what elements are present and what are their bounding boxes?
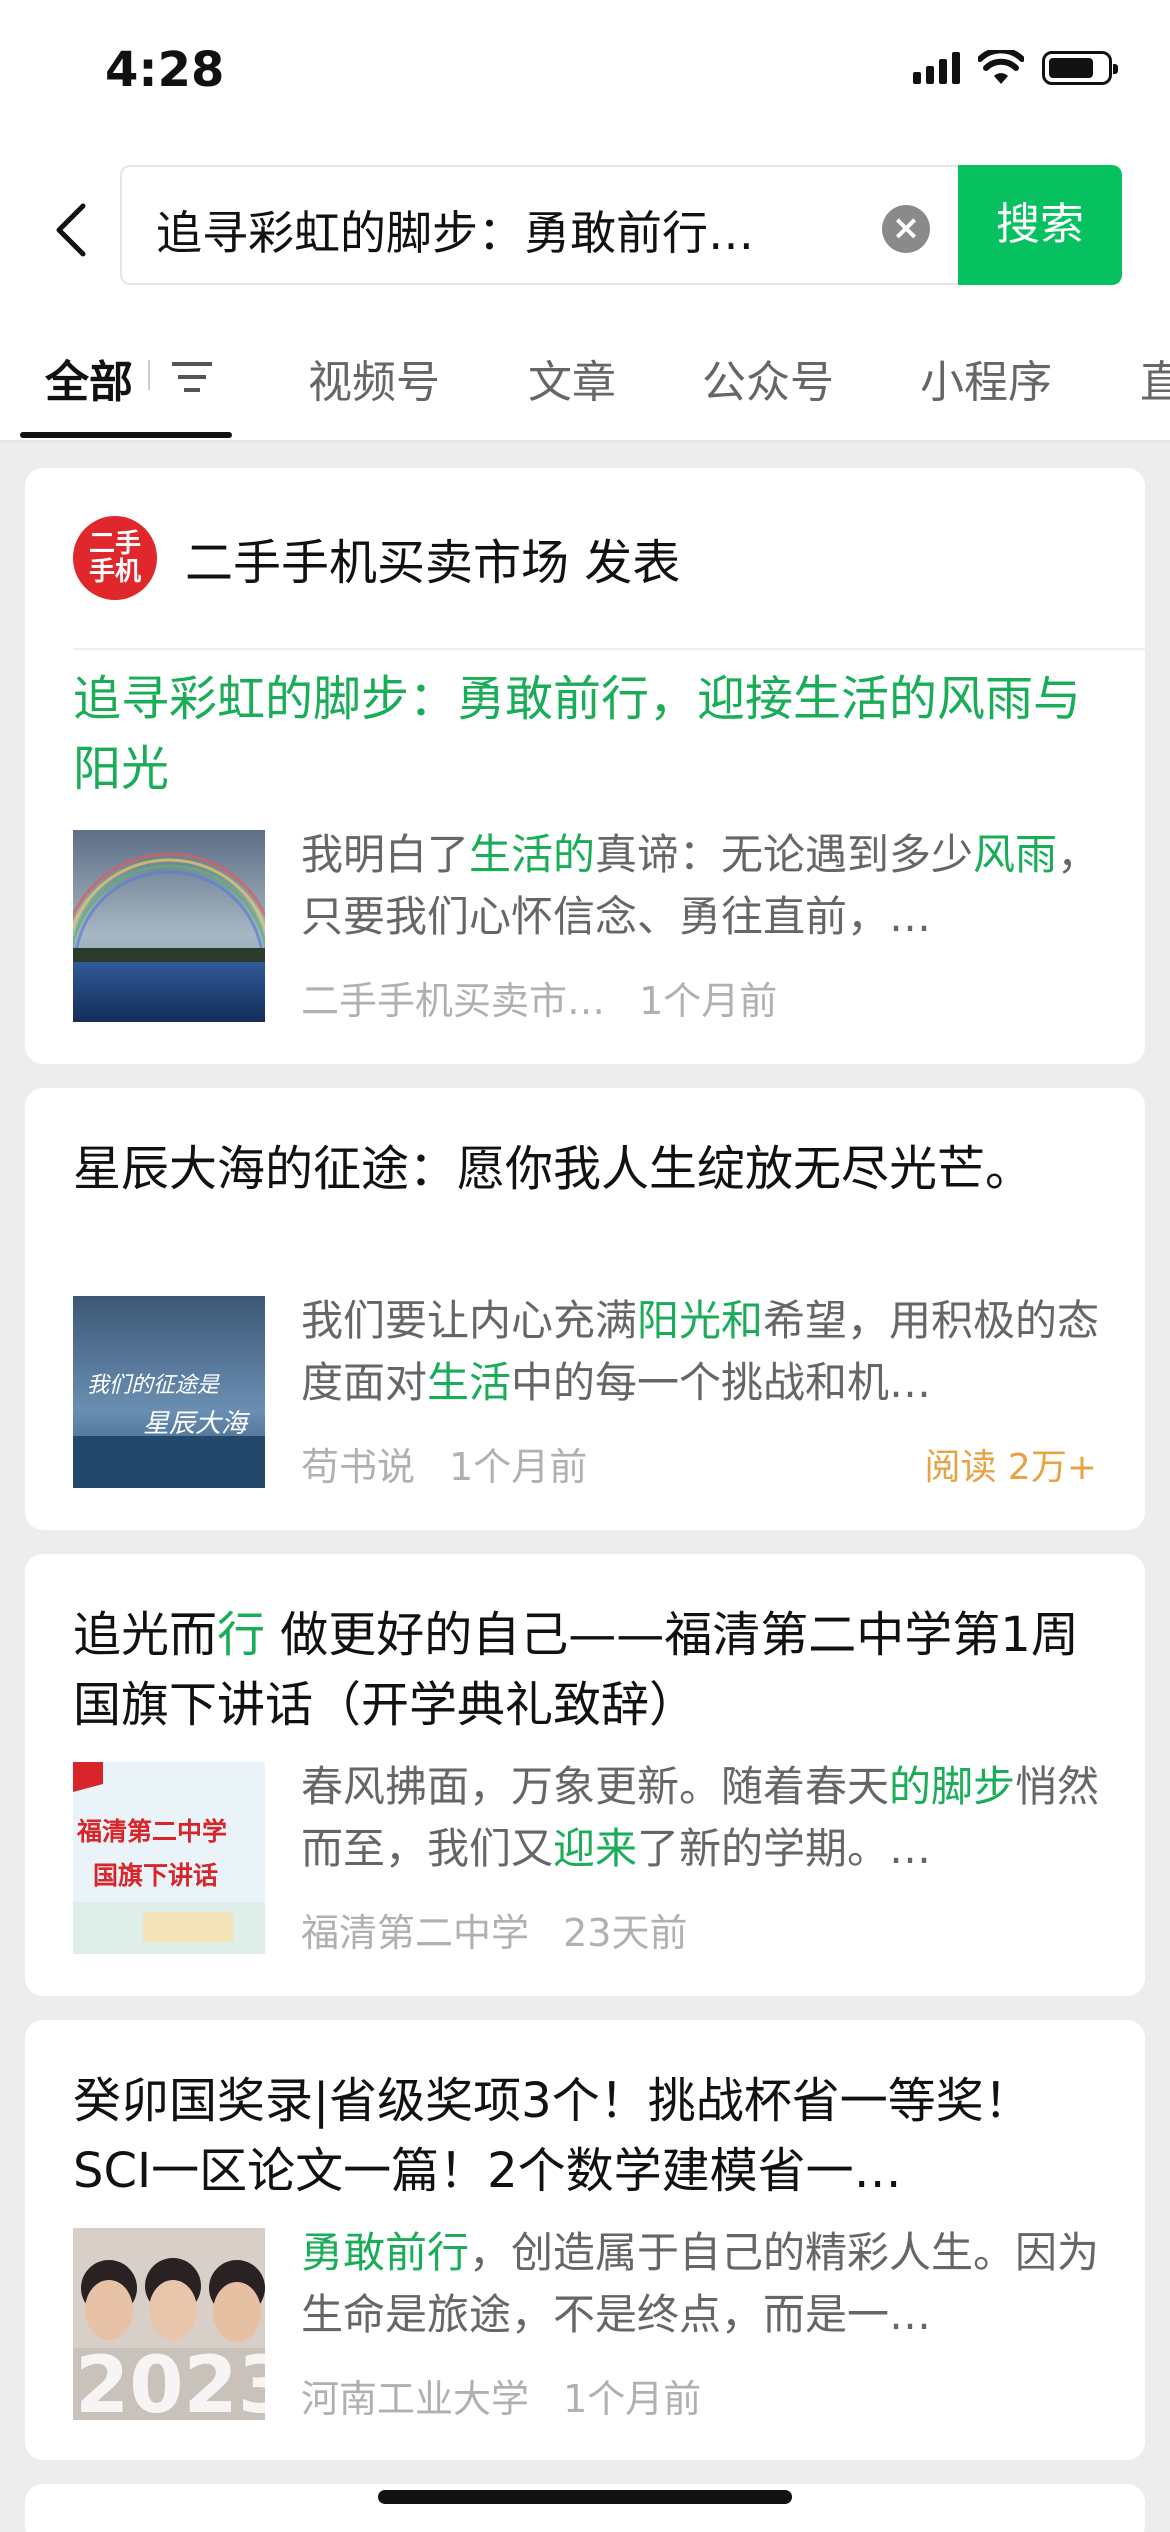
source-name: 苟书说 xyxy=(301,1445,416,1489)
article-excerpt: 我明白了生活的真谛：无论遇到多少风雨，只要我们心怀信念、勇往直前，… xyxy=(301,824,1101,948)
status-icons xyxy=(913,50,1118,86)
author-row[interactable]: 二手 手机 二手手机买卖市场 发表 xyxy=(73,516,680,600)
excerpt-highlight: 风雨 xyxy=(973,830,1058,879)
card-divider xyxy=(73,648,1145,650)
search-input[interactable]: 追寻彩虹的脚步：勇敢前行… × xyxy=(120,165,960,285)
tab-live[interactable]: 直 xyxy=(1140,346,1170,410)
article-title[interactable]: 追寻彩虹的脚步：勇敢前行，迎接生活的风雨与阳光 xyxy=(73,664,1093,804)
tab-divider xyxy=(148,360,150,390)
publish-time: 1个月前 xyxy=(639,979,778,1023)
excerpt-highlight: 阳光和 xyxy=(637,1296,764,1345)
excerpt-highlight: 生活 xyxy=(427,1358,512,1407)
article-excerpt: 春风拂面，万象更新。随着春天的脚步悄然而至，我们又迎来了新的学期。… xyxy=(301,1756,1101,1880)
thumb-caption: 福清第二中学 xyxy=(76,1817,227,1846)
wifi-icon xyxy=(978,50,1024,84)
source-name: 福清第二中学 xyxy=(301,1911,530,1955)
excerpt-text: 了新的学期。… xyxy=(637,1824,932,1873)
search-query: 追寻彩虹的脚步：勇敢前行… xyxy=(156,206,754,260)
read-count: 阅读 2万+ xyxy=(924,1447,1097,1488)
publish-time: 23天前 xyxy=(563,1911,688,1955)
active-tab-indicator xyxy=(20,432,232,438)
search-header: 追寻彩虹的脚步：勇敢前行… × 搜索 xyxy=(0,150,1170,320)
title-text: 追光而 xyxy=(73,1607,218,1663)
thumb-caption: 2023 xyxy=(75,2341,265,2420)
author-line: 二手手机买卖市场 发表 xyxy=(185,535,681,591)
article-excerpt: 勇敢前行，创造属于自己的精彩人生。因为生命是旅途，不是终点，而是一… xyxy=(301,2222,1101,2346)
source-name: 二手手机买卖市… xyxy=(301,979,606,1023)
home-indicator[interactable] xyxy=(378,2490,792,2504)
excerpt-text: 春风拂面，万象更新。随着春天 xyxy=(301,1762,890,1811)
excerpt-highlight: 迎来 xyxy=(553,1824,638,1873)
filter-icon[interactable] xyxy=(172,360,212,394)
article-title[interactable]: 追光而行 做更好的自己——福清第二中学第1周国旗下讲话（开学典礼致辞） xyxy=(73,1600,1093,1740)
tab-mini-programs[interactable]: 小程序 xyxy=(920,346,1052,410)
avatar-text-line: 二手 xyxy=(88,529,141,559)
tab-all[interactable]: 全部 xyxy=(45,346,133,410)
tab-official-accounts[interactable]: 公众号 xyxy=(702,346,834,410)
result-card[interactable]: 二手 手机 二手手机买卖市场 发表 追寻彩虹的脚步：勇敢前行，迎接生活的风雨与阳… xyxy=(25,468,1145,1064)
thumb-caption: 国旗下讲话 xyxy=(93,1861,218,1890)
school-speech-thumbnail: 福清第二中学 国旗下讲话 xyxy=(73,1762,265,1954)
chevron-left-icon xyxy=(56,203,86,257)
status-bar: 4:28 xyxy=(0,0,1170,150)
thumb-caption: 星辰大海 xyxy=(143,1409,251,1439)
excerpt-text: 我明白了 xyxy=(301,830,470,879)
title-highlight: 行 xyxy=(217,1607,266,1663)
tab-channels[interactable]: 视频号 xyxy=(308,346,440,410)
status-time: 4:28 xyxy=(105,42,225,98)
battery-icon xyxy=(1042,51,1118,85)
filter-tabs: 全部 视频号 文章 公众号 小程序 直 xyxy=(0,320,1170,442)
avatar: 二手 手机 xyxy=(73,516,157,600)
rainbow-thumbnail xyxy=(73,830,265,1022)
thumb-caption: 我们的征途是 xyxy=(87,1373,220,1398)
excerpt-text: 中的每一个挑战和机… xyxy=(511,1358,932,1407)
article-excerpt: 我们要让内心充满阳光和希望，用积极的态度面对生活中的每一个挑战和机… xyxy=(301,1290,1101,1414)
cellular-signal-icon xyxy=(913,52,960,84)
back-button[interactable] xyxy=(40,190,100,270)
excerpt-highlight: 勇敢前行 xyxy=(301,2228,470,2277)
article-title[interactable]: 星辰大海的征途：愿你我人生绽放无尽光芒。 xyxy=(73,1134,1093,1204)
excerpt-text: 真谛：无论遇到多少 xyxy=(595,830,974,879)
publish-time: 1个月前 xyxy=(449,1445,588,1489)
result-card[interactable]: 癸卯国奖录|省级奖项3个！挑战杯省一等奖！SCI一区论文一篇！2个数学建模省一…… xyxy=(25,2020,1145,2460)
tab-articles[interactable]: 文章 xyxy=(528,346,616,410)
excerpt-highlight: 的脚步 xyxy=(889,1762,1016,1811)
clear-icon[interactable]: × xyxy=(882,205,930,253)
article-meta: 苟书说 1个月前 xyxy=(301,1436,587,1491)
result-card[interactable]: 星辰大海的征途：愿你我人生绽放无尽光芒。 我们的征途是 星辰大海 我们要让内心充… xyxy=(25,1088,1145,1530)
avatar-text-line: 手机 xyxy=(88,557,141,587)
search-button[interactable]: 搜索 xyxy=(958,165,1122,285)
starry-sea-thumbnail: 我们的征途是 星辰大海 xyxy=(73,1296,265,1488)
article-meta: 河南工业大学 1个月前 xyxy=(301,2368,701,2423)
excerpt-highlight: 生活的 xyxy=(469,830,596,879)
article-meta: 二手手机买卖市… 1个月前 xyxy=(301,970,777,1025)
result-card[interactable]: 追光而行 做更好的自己——福清第二中学第1周国旗下讲话（开学典礼致辞） 福清第二… xyxy=(25,1554,1145,1996)
students-thumbnail: 2023 xyxy=(73,2228,265,2420)
article-title[interactable]: 癸卯国奖录|省级奖项3个！挑战杯省一等奖！SCI一区论文一篇！2个数学建模省一… xyxy=(73,2066,1093,2206)
article-meta: 福清第二中学 23天前 xyxy=(301,1902,687,1957)
source-name: 河南工业大学 xyxy=(301,2377,530,2421)
excerpt-text: 我们要让内心充满 xyxy=(301,1296,638,1345)
publish-time: 1个月前 xyxy=(563,2377,702,2421)
